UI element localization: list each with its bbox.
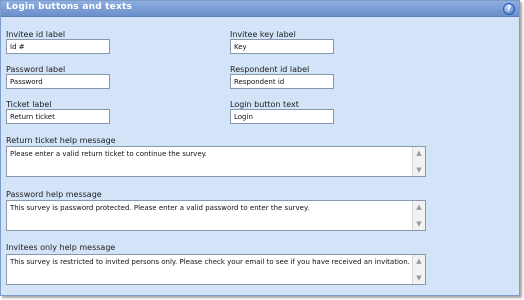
scroll-down-icon[interactable]: ▼ (413, 273, 425, 283)
scroll-down-icon[interactable]: ▼ (413, 165, 425, 175)
return-ticket-help-text: Please enter a valid return ticket to co… (10, 150, 207, 158)
invitee-id-label: Invitee id label (6, 30, 66, 39)
login-button-text-input[interactable]: Login (230, 109, 334, 124)
invitee-key-label: Invitee key label (230, 30, 296, 39)
scrollbar[interactable]: ▲ ▼ (412, 201, 425, 230)
respondent-id-input[interactable]: Respondent id (230, 74, 334, 89)
login-button-text-label: Login button text (230, 100, 299, 109)
panel-title: Login buttons and texts (6, 2, 133, 12)
login-texts-panel: Login buttons and texts ? Invitee id lab… (0, 0, 520, 296)
return-ticket-help-textarea[interactable]: Please enter a valid return ticket to co… (6, 146, 426, 177)
password-help-text: This survey is password protected. Pleas… (10, 204, 310, 212)
invitees-only-help-textarea[interactable]: This survey is restricted to invited per… (6, 254, 426, 285)
password-label: Password label (6, 65, 66, 74)
password-help-textarea[interactable]: This survey is password protected. Pleas… (6, 200, 426, 231)
invitee-key-input[interactable]: Key (230, 39, 334, 54)
help-icon[interactable]: ? (503, 3, 515, 15)
invitee-id-input[interactable]: Id # (6, 39, 110, 54)
password-label-input[interactable]: Password (6, 74, 110, 89)
invitees-only-help-text: This survey is restricted to invited per… (10, 258, 410, 266)
ticket-label: Ticket label (6, 100, 52, 109)
scroll-up-icon[interactable]: ▲ (413, 202, 425, 212)
return-ticket-help-label: Return ticket help message (6, 136, 116, 145)
panel-titlebar: Login buttons and texts ? (1, 1, 519, 17)
scroll-up-icon[interactable]: ▲ (413, 148, 425, 158)
respondent-id-label: Respondent id label (230, 65, 310, 74)
scroll-down-icon[interactable]: ▼ (413, 219, 425, 229)
password-help-label: Password help message (6, 190, 102, 199)
scrollbar[interactable]: ▲ ▼ (412, 147, 425, 176)
ticket-label-input[interactable]: Return ticket (6, 109, 110, 124)
scroll-up-icon[interactable]: ▲ (413, 256, 425, 266)
invitees-only-help-label: Invitees only help message (6, 243, 116, 252)
scrollbar[interactable]: ▲ ▼ (412, 255, 425, 284)
